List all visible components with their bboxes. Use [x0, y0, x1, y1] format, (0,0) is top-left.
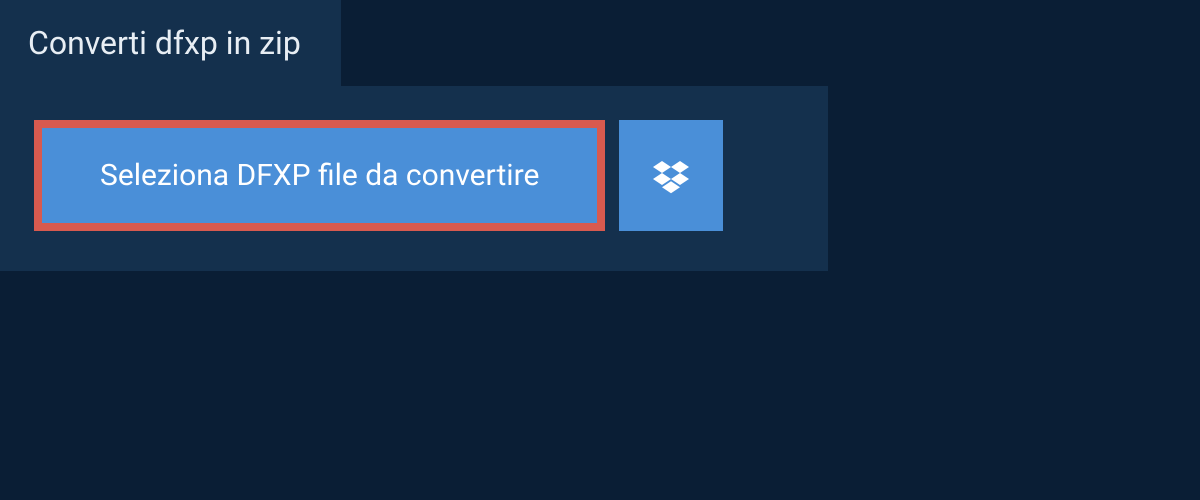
dropbox-button[interactable] [619, 120, 723, 231]
select-file-label: Seleziona DFXP file da convertire [100, 158, 539, 193]
tab-title: Converti dfxp in zip [28, 24, 301, 62]
tab-header: Converti dfxp in zip [0, 0, 341, 86]
converter-panel: Seleziona DFXP file da convertire [0, 86, 828, 271]
select-file-button[interactable]: Seleziona DFXP file da convertire [34, 120, 605, 231]
dropbox-icon [653, 158, 689, 194]
